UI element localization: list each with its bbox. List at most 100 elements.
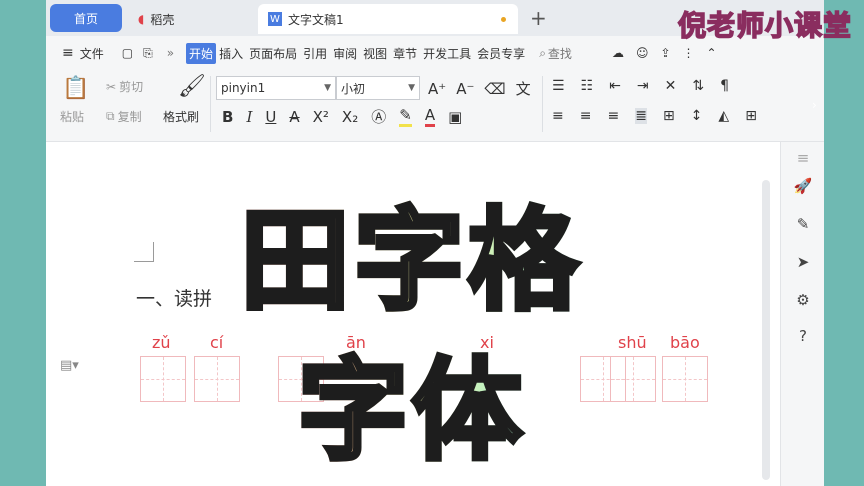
more-dots-icon[interactable]: ⋮ [683, 46, 695, 60]
paragraph-tools-bottom: ≡ ≡ ≡ ≣ ⊞ ↕ ◭ ⊞ [552, 108, 757, 124]
collapse-ribbon-icon[interactable]: ⌃ [707, 46, 717, 60]
ribbon-scroll-right-icon[interactable]: › [812, 98, 817, 112]
pinyin-6: bāo [670, 333, 700, 352]
align-left-icon[interactable]: ≡ [552, 108, 564, 124]
pinyin-2: cí [210, 333, 224, 352]
cut-button[interactable]: ✂ 剪切 [106, 78, 143, 95]
tab-daoke[interactable]: ◖ 稻壳 [128, 4, 248, 34]
menu-tab-chapter[interactable]: 章节 [393, 45, 417, 62]
line-spacing-icon[interactable]: ↕ [691, 108, 703, 124]
writer-doc-icon: W [268, 12, 282, 26]
highlight-icon[interactable]: ✎ [399, 106, 412, 127]
share-icon[interactable]: ⇪ [660, 46, 670, 60]
text-effect-icon[interactable]: Ⓐ [371, 106, 386, 127]
menu-tab-review[interactable]: 审阅 [333, 45, 357, 62]
copy-label: 复制 [117, 110, 142, 124]
more-chevron-icon[interactable]: » [167, 46, 174, 60]
page-corner-mark [134, 242, 154, 262]
menu-tab-start[interactable]: 开始 [186, 42, 217, 64]
chinese-layout-icon[interactable]: ✕ [665, 78, 677, 94]
tianzige-cell [194, 356, 240, 402]
menu-tab-reference[interactable]: 引用 [303, 45, 327, 62]
copy-icon: ⧉ [106, 109, 115, 123]
user-icon[interactable]: ☺ [636, 46, 649, 60]
doc-side-icon[interactable]: ▤▾ [60, 358, 79, 373]
strikethrough-icon[interactable]: A [289, 108, 299, 126]
format-painter-label[interactable]: 格式刷 [163, 108, 199, 125]
superscript-button[interactable]: X² [313, 108, 329, 126]
pinyin-1: zǔ [152, 333, 171, 352]
chevron-down-icon: ▼ [408, 83, 415, 93]
right-sidebar: ≡ 🚀 ✎ ➤ ⚙ ? [780, 142, 824, 486]
grow-font-icon[interactable]: A⁺ [428, 80, 446, 98]
italic-button[interactable]: I [246, 108, 252, 126]
phonetic-guide-icon[interactable]: 文 [516, 78, 531, 99]
menu-file[interactable]: 文件 [80, 45, 104, 62]
vertical-scrollbar[interactable] [762, 180, 770, 480]
justify-icon[interactable]: ≣ [635, 108, 647, 124]
pen-icon[interactable]: ✎ [791, 212, 815, 236]
font-name-value: pinyin1 [221, 81, 266, 95]
align-right-icon[interactable]: ≡ [607, 108, 619, 124]
channel-watermark: 倪老师小课堂 [677, 8, 852, 43]
chevron-down-icon: ▼ [324, 83, 331, 93]
tab-document-label: 文字文稿1 [288, 12, 344, 27]
print-preview-icon[interactable]: ⎘ [143, 46, 153, 61]
increase-indent-icon[interactable]: ⇥ [637, 78, 649, 94]
overlay-title-line2: 字体 [296, 345, 526, 478]
show-marks-icon[interactable]: ¶ [720, 78, 729, 94]
new-tab-button[interactable]: + [530, 6, 547, 30]
sidebar-handle-icon[interactable]: ≡ [791, 146, 815, 170]
tab-home[interactable]: 首页 [50, 4, 122, 32]
bold-button[interactable]: B [222, 108, 233, 126]
decrease-indent-icon[interactable]: ⇤ [609, 78, 621, 94]
unsaved-dot-icon [501, 17, 506, 22]
cut-label: 剪切 [119, 80, 144, 94]
overlay-title-line1: 田字格 [238, 195, 582, 328]
rocket-icon[interactable]: 🚀 [791, 174, 815, 198]
help-icon[interactable]: ? [791, 324, 815, 348]
numbering-icon[interactable]: ☷ [581, 78, 594, 94]
font-size-value: 小初 [341, 81, 366, 96]
hamburger-menu-icon[interactable]: ≡ [62, 45, 74, 61]
menu-tab-view[interactable]: 视图 [363, 45, 387, 62]
shrink-font-icon[interactable]: A⁻ [456, 80, 474, 98]
cursor-icon[interactable]: ➤ [791, 250, 815, 274]
scissors-icon: ✂ [106, 79, 117, 94]
paragraph-tools-top: ☰ ☷ ⇤ ⇥ ✕ ⇅ ¶ [552, 78, 729, 94]
subscript-button[interactable]: X₂ [342, 108, 358, 126]
menu-tab-member[interactable]: 会员专享 [477, 45, 525, 62]
menu-tab-page-layout[interactable]: 页面布局 [249, 45, 297, 62]
copy-button[interactable]: ⧉ 复制 [106, 108, 142, 125]
tab-document[interactable]: W 文字文稿1 [258, 4, 518, 34]
tab-daoke-label: 稻壳 [150, 12, 175, 27]
distributed-icon[interactable]: ⊞ [663, 108, 675, 124]
paste-button[interactable]: 📋 [62, 76, 89, 101]
settings-sliders-icon[interactable]: ⚙ [791, 288, 815, 312]
brush-icon: 🖌 [178, 74, 206, 99]
align-center-icon[interactable]: ≡ [580, 108, 592, 124]
clear-format-icon[interactable]: ⌫ [484, 80, 505, 98]
daoke-logo-icon: ◖ [138, 12, 145, 26]
save-icon[interactable]: ▢ [122, 46, 133, 60]
menu-tab-developer[interactable]: 开发工具 [423, 45, 471, 62]
menu-tab-insert[interactable]: 插入 [219, 45, 243, 62]
cloud-icon[interactable]: ☁ [612, 46, 624, 60]
shading-icon[interactable]: ◭ [718, 108, 729, 124]
borders-icon[interactable]: ⊞ [745, 108, 757, 124]
underline-button[interactable]: U [265, 108, 276, 126]
char-border-icon[interactable]: ▣ [448, 108, 462, 126]
font-style-tools: B I U A X² X₂ Ⓐ ✎ A ▣ [222, 106, 462, 127]
paste-icon: 📋 [62, 76, 90, 101]
bullets-icon[interactable]: ☰ [552, 78, 565, 94]
font-color-icon[interactable]: A [424, 106, 436, 127]
search-icon[interactable]: ⌕ [539, 46, 546, 61]
search-label[interactable]: 查找 [548, 45, 572, 62]
tianzige-cell [662, 356, 708, 402]
format-painter-button[interactable]: 🖌 [168, 74, 206, 99]
paste-label[interactable]: 粘贴 [60, 108, 84, 125]
doc-heading: 一、读拼 [136, 288, 213, 310]
font-name-select[interactable]: pinyin1 ▼ [216, 76, 336, 100]
font-size-select[interactable]: 小初 ▼ [336, 76, 420, 100]
sort-icon[interactable]: ⇅ [692, 78, 704, 94]
